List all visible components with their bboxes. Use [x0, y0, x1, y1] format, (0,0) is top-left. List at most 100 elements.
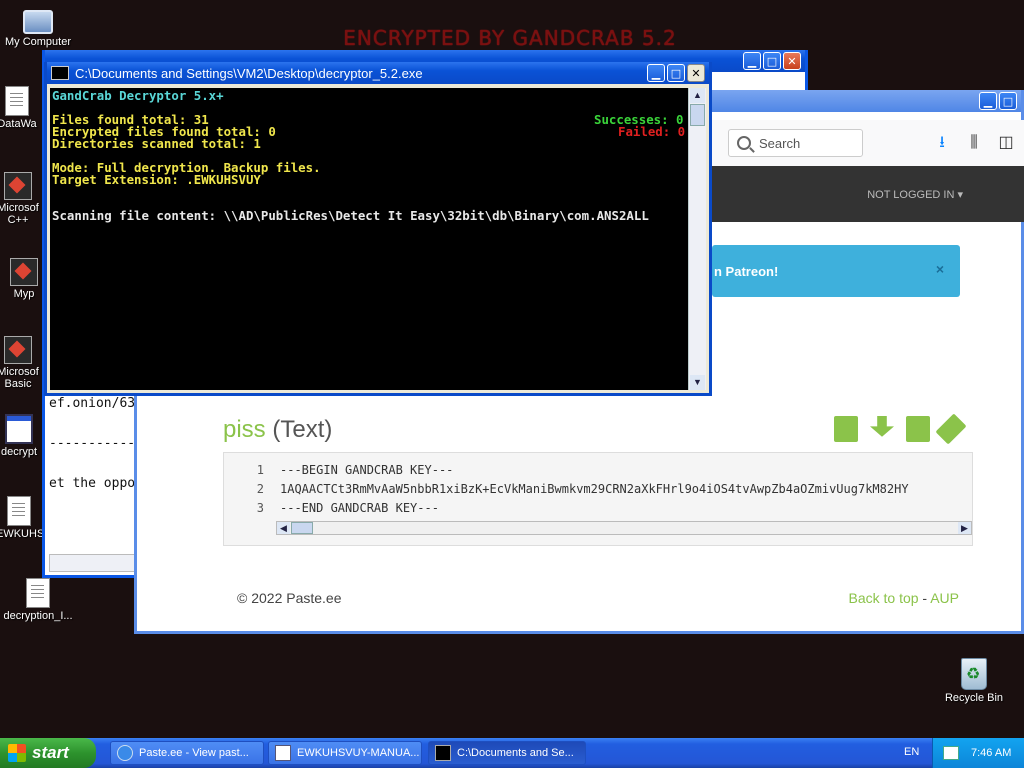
maximize-button[interactable]: □ — [667, 64, 685, 82]
paste-name: piss — [223, 416, 266, 443]
dirs-scanned-line: Directories scanned total: 1 — [52, 136, 261, 151]
close-button[interactable]: ✕ — [783, 52, 801, 70]
console-titlebar[interactable]: C:\Documents and Settings\VM2\Desktop\de… — [47, 62, 709, 84]
taskbar: start Paste.ee - View past... EWKUHSVUY-… — [0, 738, 1024, 768]
patreon-banner: n Patreon! × — [712, 245, 960, 297]
scroll-thumb[interactable] — [690, 104, 705, 126]
search-input[interactable]: Search — [728, 129, 863, 157]
network-icon[interactable] — [943, 746, 959, 760]
desktop-icon-label: decrypt — [0, 446, 38, 458]
start-button[interactable]: start — [0, 738, 96, 768]
plug-icon[interactable] — [935, 413, 967, 445]
console-vertical-scrollbar[interactable]: ▲ ▼ — [688, 88, 706, 390]
clock[interactable]: 7:46 AM — [971, 747, 1011, 759]
desktop-icon-microsoft-cpp[interactable]: Microsof C++ — [0, 172, 42, 226]
application-icon — [10, 258, 38, 286]
scroll-down-icon[interactable]: ▼ — [690, 375, 705, 390]
line-number: 2 — [256, 482, 264, 496]
windows-logo-icon — [8, 744, 26, 762]
desktop-icon-label: Myp — [13, 288, 35, 300]
paste-actions — [834, 413, 967, 445]
search-icon — [737, 136, 751, 150]
desktop-icon-ewkuhs[interactable]: EWKUHS — [0, 496, 42, 540]
desktop-icon-decryption-instructions[interactable]: decryption_I... — [0, 578, 76, 622]
footer-separator: - — [918, 590, 931, 606]
desktop-icon-my-computer[interactable]: My Computer — [0, 4, 76, 48]
footer-copyright: © 2022 Paste.ee — [237, 590, 342, 606]
console-header: GandCrab Decryptor 5.x+ — [52, 88, 224, 103]
console-title: C:\Documents and Settings\VM2\Desktop\de… — [75, 65, 423, 81]
wallpaper-ransom-text: ENCRYPTED BY GANDCRAB 5.2 — [343, 26, 677, 50]
user-menu[interactable]: NOT LOGGED IN ▾ — [867, 188, 963, 201]
line-text: 1AQAACTCt3RmMvAaW5nbbR1xiBzK+EcVkManiBwm… — [280, 482, 909, 496]
line-text: ---BEGIN GANDCRAB KEY--- — [280, 463, 454, 477]
maximize-button[interactable]: □ — [999, 92, 1017, 110]
library-icon[interactable]: ⫼ — [965, 134, 983, 152]
close-button[interactable]: ✕ — [687, 64, 705, 82]
desktop-icon-label: Microsof C++ — [0, 202, 39, 226]
taskbar-item-console[interactable]: C:\Documents and Se... — [428, 741, 586, 765]
system-tray: 7:46 AM — [932, 738, 1024, 768]
back-to-top-link[interactable]: Back to top — [848, 590, 918, 606]
desktop-icon-recycle-bin[interactable]: Recycle Bin — [936, 658, 1012, 704]
start-label: start — [32, 743, 69, 762]
language-indicator[interactable]: EN — [904, 746, 919, 758]
application-icon — [4, 336, 32, 364]
document-icon — [5, 86, 29, 116]
scroll-up-icon[interactable]: ▲ — [690, 88, 705, 103]
note-line: ------------ — [49, 436, 143, 451]
maximize-button[interactable]: □ — [763, 52, 781, 70]
code-box: 1 ---BEGIN GANDCRAB KEY--- 2 1AQAACTCt3R… — [223, 452, 973, 546]
console-icon — [435, 745, 451, 761]
ransom-note-text: ef.onion/63 ------------ et the oppo — [49, 396, 143, 516]
desktop-icon-label: Recycle Bin — [944, 692, 1004, 704]
notepad-icon — [275, 745, 291, 761]
taskbar-item-browser[interactable]: Paste.ee - View past... — [110, 741, 264, 765]
taskbar-item-notepad[interactable]: EWKUHSVUY-MANUA... — [268, 741, 422, 765]
decryptor-console-window[interactable]: C:\Documents and Settings\VM2\Desktop\de… — [44, 62, 712, 396]
code-line: 1 ---BEGIN GANDCRAB KEY--- — [224, 463, 972, 482]
scanning-line: Scanning file content: \\AD\PublicRes\De… — [52, 208, 649, 223]
scroll-thumb[interactable] — [291, 522, 313, 534]
desktop-icon-decrypt[interactable]: decrypt — [0, 414, 42, 458]
console-app-icon — [51, 66, 69, 80]
minimize-button[interactable]: ▁ — [743, 52, 761, 70]
task-label: Paste.ee - View past... — [139, 747, 249, 759]
desktop-icon-datawa[interactable]: DataWa — [0, 86, 42, 130]
horizontal-scrollbar[interactable] — [49, 554, 137, 572]
task-label: C:\Documents and Se... — [457, 747, 574, 759]
minimize-button[interactable]: ▁ — [647, 64, 665, 82]
search-placeholder: Search — [759, 135, 801, 151]
scroll-left-icon[interactable]: ◀ — [277, 522, 290, 534]
computer-icon — [23, 10, 53, 34]
desktop-icon-label: DataWa — [0, 118, 37, 130]
target-extension-line: Target Extension: .EWKUHSVUY — [52, 172, 261, 187]
code-line: 3 ---END GANDCRAB KEY--- — [224, 501, 972, 520]
console-output: GandCrab Decryptor 5.x+ Files found tota… — [50, 88, 690, 390]
sidebar-icon[interactable]: ◫ — [997, 134, 1015, 152]
browser-toolbar: Search ⭳ ⫼ ◫ — [712, 120, 1024, 166]
paste-title: piss (Text) — [223, 416, 332, 444]
footer-links: Back to top - AUP — [848, 590, 959, 606]
minimize-button[interactable]: ▁ — [979, 92, 997, 110]
raw-document-icon[interactable] — [906, 416, 930, 442]
code-horizontal-scrollbar[interactable]: ◀ ▶ — [276, 521, 972, 535]
note-line: et the oppo — [49, 476, 136, 491]
line-number: 3 — [256, 501, 264, 515]
copy-icon[interactable] — [834, 416, 858, 442]
download-paste-icon[interactable] — [870, 416, 894, 437]
aup-link[interactable]: AUP — [930, 590, 959, 606]
banner-close-icon[interactable]: × — [936, 261, 944, 277]
banner-text: n Patreon! — [714, 263, 779, 279]
desktop-icon-myp[interactable]: Myp — [4, 258, 44, 300]
desktop-icon-microsoft-basic[interactable]: Microsof Basic — [0, 336, 42, 390]
document-icon — [26, 578, 50, 608]
task-label: EWKUHSVUY-MANUA... — [297, 747, 420, 759]
download-icon[interactable]: ⭳ — [933, 134, 951, 152]
desktop-icon-label: decryption_I... — [3, 610, 73, 622]
recycle-bin-icon — [961, 658, 987, 690]
scroll-right-icon[interactable]: ▶ — [958, 522, 971, 534]
desktop-icon-label: EWKUHS — [0, 528, 42, 540]
document-icon — [7, 496, 31, 526]
window-icon — [5, 414, 33, 444]
